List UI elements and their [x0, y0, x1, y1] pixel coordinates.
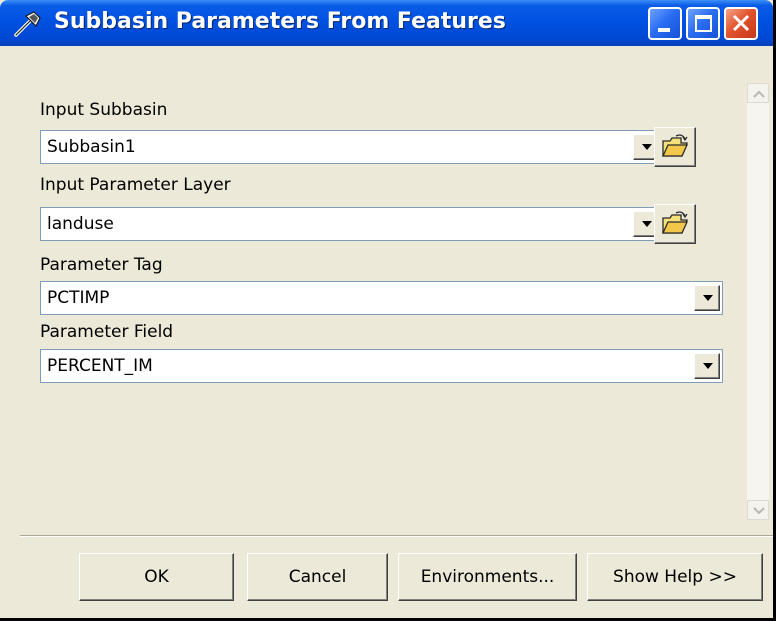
maximize-button[interactable] [686, 7, 720, 40]
ok-button[interactable]: OK [79, 553, 234, 601]
dropdown-arrow-button[interactable] [694, 353, 720, 379]
input-subbasin-dropdown[interactable]: Subbasin1 [40, 130, 662, 164]
close-icon [732, 14, 750, 32]
show-help-button[interactable]: Show Help >> [587, 553, 763, 601]
parameter-field-label: Parameter Field [40, 322, 174, 342]
cancel-button[interactable]: Cancel [247, 553, 388, 601]
maximize-icon [695, 15, 712, 32]
scroll-down-button[interactable] [747, 500, 769, 520]
browse-subbasin-button[interactable] [654, 127, 696, 167]
minimize-button[interactable] [648, 7, 682, 40]
chevron-down-icon [703, 295, 713, 301]
minimize-icon [658, 28, 670, 32]
window-title: Subbasin Parameters From Features [54, 9, 506, 34]
open-folder-icon [661, 134, 689, 157]
close-button[interactable] [724, 7, 758, 40]
environments-button[interactable]: Environments... [398, 553, 577, 601]
browse-parameter-layer-button[interactable] [654, 204, 696, 244]
hammer-icon [12, 10, 42, 38]
vertical-scrollbar[interactable] [747, 103, 769, 500]
chevron-down-icon [753, 507, 765, 515]
parameter-tag-label: Parameter Tag [40, 255, 163, 275]
chevron-down-icon [703, 363, 713, 369]
input-subbasin-label: Input Subbasin [40, 100, 168, 120]
parameter-field-dropdown[interactable]: PERCENT_IM [40, 349, 723, 383]
chevron-down-icon [642, 221, 652, 227]
dialog-window: Subbasin Parameters From Features Input … [0, 0, 776, 621]
input-parameter-layer-dropdown[interactable]: landuse [40, 207, 662, 241]
input-subbasin-value: Subbasin1 [47, 137, 136, 157]
footer-divider [20, 535, 773, 537]
dropdown-arrow-button[interactable] [694, 285, 720, 311]
input-parameter-layer-label: Input Parameter Layer [40, 175, 231, 195]
title-bar[interactable]: Subbasin Parameters From Features [0, 0, 773, 46]
input-parameter-layer-value: landuse [47, 214, 114, 234]
chevron-up-icon [753, 90, 765, 98]
parameter-tag-dropdown[interactable]: PCTIMP [40, 281, 723, 315]
chevron-down-icon [642, 144, 652, 150]
scroll-up-button[interactable] [747, 83, 769, 103]
parameter-tag-value: PCTIMP [47, 288, 110, 308]
open-folder-icon [661, 211, 689, 234]
parameter-field-value: PERCENT_IM [47, 356, 153, 376]
